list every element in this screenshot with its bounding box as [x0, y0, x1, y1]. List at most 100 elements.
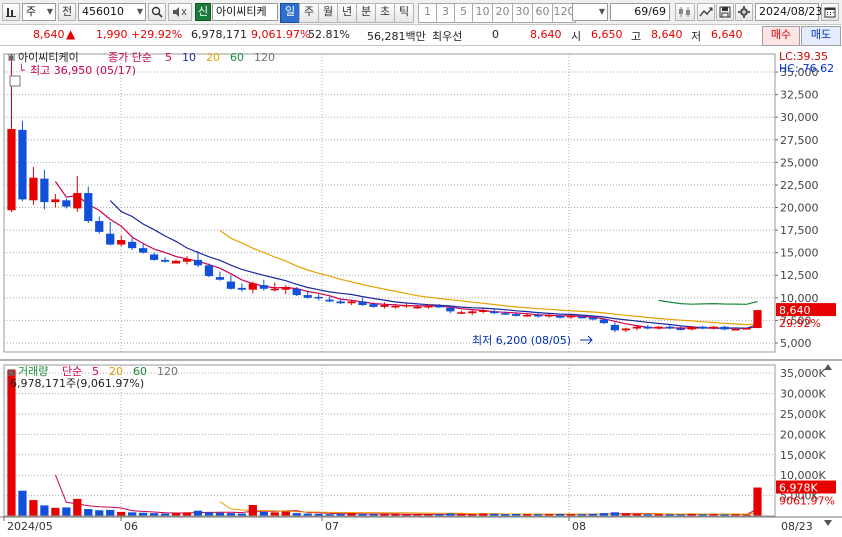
period-tab-0[interactable]: 일: [280, 3, 300, 23]
volume-bar: [193, 510, 203, 516]
price-tick-label: 32,500: [780, 89, 819, 102]
sell-button[interactable]: 매도: [801, 26, 841, 46]
candle-body: [270, 288, 279, 291]
candle-body: [610, 324, 620, 331]
x-axis-label: 07: [325, 520, 339, 533]
volume-tag-value: 6,978K: [779, 482, 818, 495]
volume-bar: [73, 498, 82, 516]
candle-body: [347, 301, 356, 304]
price-tick-label: 25,000: [780, 156, 819, 169]
candle-body: [336, 301, 345, 304]
candle-body: [149, 254, 159, 260]
trend-line-icon[interactable]: [697, 3, 715, 21]
market-select[interactable]: 주 ▼: [22, 3, 56, 21]
candle-body: [544, 314, 554, 317]
candle-body: [621, 328, 630, 331]
stock-chart[interactable]: 35,00032,50030,00027,50025,00022,50020,0…: [0, 46, 842, 537]
period-tab-5[interactable]: 초: [375, 3, 395, 23]
price-tick-label: 15,000: [780, 247, 819, 260]
candle-body: [248, 283, 257, 290]
volume-bar: [270, 512, 279, 516]
candle-body: [665, 326, 674, 329]
high-label: 고: [631, 30, 642, 43]
interval-button-20[interactable]: 20: [492, 3, 513, 23]
candle-body: [468, 311, 477, 314]
high-price: 8,640: [651, 28, 683, 41]
volume-ma-period: 120: [157, 365, 178, 378]
interval-button-5[interactable]: 5: [454, 3, 473, 23]
interval-button-30[interactable]: 30: [512, 3, 533, 23]
up-arrow-icon: ▲: [66, 27, 76, 41]
candle-body: [402, 305, 411, 307]
stock-code-input[interactable]: 456010 ▼: [78, 3, 146, 21]
candle-body: [128, 241, 137, 249]
volume-bar: [7, 369, 16, 516]
interval-button-10[interactable]: 10: [472, 3, 493, 23]
interval-button-1[interactable]: 1: [418, 3, 437, 23]
candle-body: [139, 248, 148, 253]
volume-tick-label: 10,000K: [780, 469, 826, 482]
candle-body: [215, 277, 225, 280]
candle-body: [424, 305, 433, 308]
x-axis-right-label: 08/23: [781, 520, 813, 533]
volume-bar: [204, 512, 214, 516]
candle-body: [281, 286, 290, 290]
volume-bar: [40, 505, 49, 516]
x-axis-label: 2024/05: [7, 520, 53, 533]
candle-body: [654, 326, 663, 329]
candle-body: [632, 326, 641, 329]
candle-body: [237, 287, 246, 290]
candle-body: [259, 285, 268, 289]
candle-body: [435, 305, 444, 308]
save-icon[interactable]: [716, 3, 734, 21]
candle-body: [709, 326, 718, 329]
search-icon[interactable]: [148, 3, 166, 21]
open-price: 6,650: [591, 28, 623, 41]
gear-icon[interactable]: [735, 3, 753, 21]
price-tick-label: 22,500: [780, 179, 819, 192]
candle-body: [676, 328, 685, 331]
date-input[interactable]: 2024/08/23: [755, 3, 822, 21]
period-tab-1[interactable]: 주: [299, 3, 319, 23]
period-tab-3[interactable]: 년: [337, 3, 357, 23]
candle-settings-icon[interactable]: [675, 3, 695, 21]
candle-body: [742, 328, 751, 330]
interval-button-3[interactable]: 3: [436, 3, 455, 23]
x-axis-label: 08: [572, 520, 586, 533]
quote-row: 8,640 ▲ 1,990 +29.92% 6,978,171 9,061.97…: [0, 25, 842, 46]
candle-body: [391, 305, 400, 308]
candle-body: [369, 304, 378, 307]
candle-body: [720, 326, 729, 330]
period-tab-6[interactable]: 틱: [394, 3, 414, 23]
calendar-grid-icon[interactable]: [9, 75, 21, 87]
volume-bar: [117, 511, 126, 516]
price-ma-period: 120: [254, 51, 275, 64]
candle-body: [226, 281, 236, 289]
candle-body: [95, 221, 104, 232]
candle-body: [160, 259, 170, 262]
interval-button-60[interactable]: 60: [532, 3, 553, 23]
high-note: 최고 36,950 (05/17): [30, 64, 136, 77]
price-change: 1,990: [96, 28, 128, 41]
volume-tick-label: 25,000K: [780, 408, 826, 421]
speaker-icon[interactable]: [168, 3, 192, 21]
candle-body: [588, 317, 598, 320]
candle-body: [314, 296, 323, 299]
pref-value: 0: [492, 28, 499, 41]
candle-body: [358, 301, 367, 306]
prev-button[interactable]: 전: [58, 3, 76, 21]
volume-bar: [51, 507, 60, 516]
period-tab-2[interactable]: 월: [318, 3, 338, 23]
candle-body: [643, 326, 652, 329]
price-ma-period: 60: [230, 51, 244, 64]
price-ma-label: 종가 단순: [108, 51, 152, 64]
chart-type-icon[interactable]: [2, 3, 20, 21]
candle-body: [479, 310, 488, 312]
candle-body: [51, 199, 60, 203]
dropdown-blank[interactable]: ▼: [572, 3, 608, 21]
volume-bar: [62, 507, 71, 516]
buy-button[interactable]: 매수: [762, 26, 800, 46]
candle-body: [29, 177, 38, 201]
calendar-icon[interactable]: [821, 3, 839, 21]
period-tab-4[interactable]: 분: [356, 3, 376, 23]
